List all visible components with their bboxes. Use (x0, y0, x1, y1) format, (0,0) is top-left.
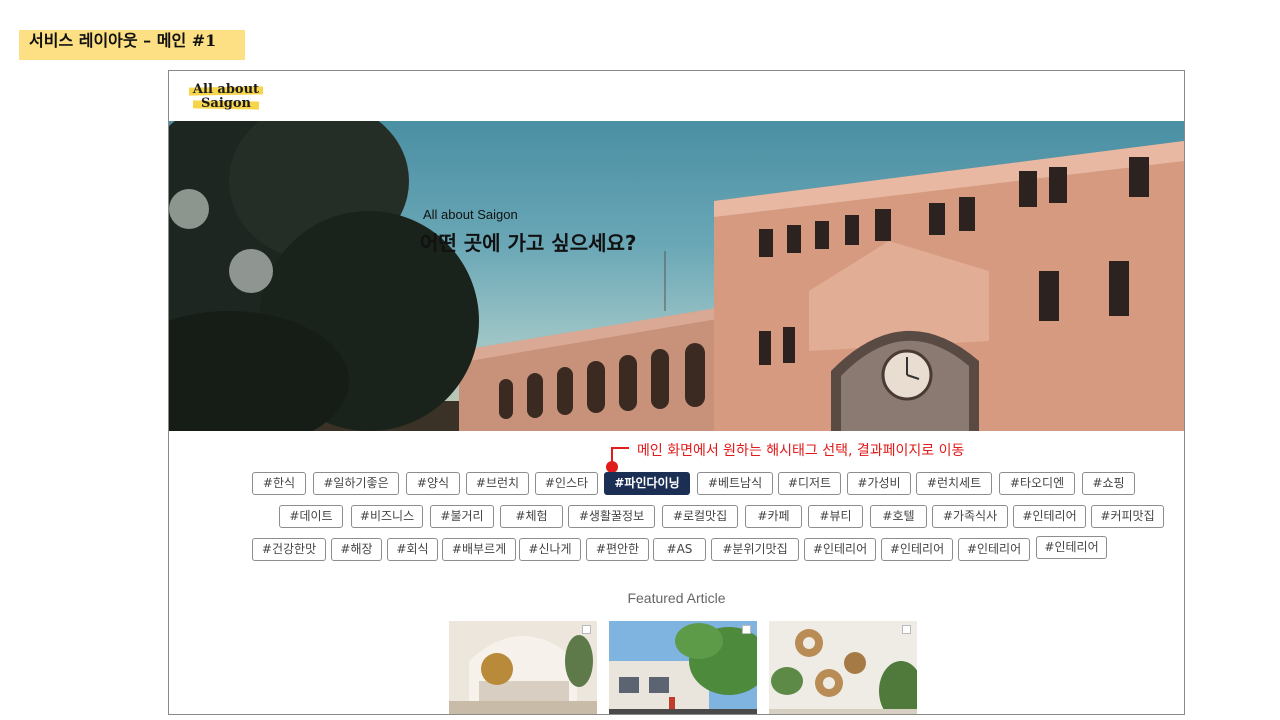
hashtag-button[interactable]: #한식 (252, 472, 306, 495)
featured-article-card[interactable] (769, 621, 917, 714)
hashtag-button[interactable]: #인스타 (535, 472, 598, 495)
hashtag-button[interactable]: #인테리어 (958, 538, 1030, 561)
logo-line-2: Saigon (201, 96, 251, 111)
hashtag-button[interactable]: #일하기좋은 (313, 472, 399, 495)
annotation-line-horizontal (611, 447, 629, 449)
hashtag-button[interactable]: #베트남식 (697, 472, 773, 495)
hashtag-button[interactable]: #불거리 (430, 505, 494, 528)
hashtag-button[interactable]: #호텔 (870, 505, 927, 528)
site-logo[interactable]: All about Saigon (188, 81, 264, 111)
hashtag-button[interactable]: #체험 (500, 505, 563, 528)
annotation-text: 메인 화면에서 원하는 해시태그 선택, 결과페이지로 이동 (637, 443, 965, 459)
page-label: 서비스 레이아웃 – 메인 #1 (19, 30, 245, 60)
hashtag-button[interactable]: #인테리어 (804, 538, 876, 561)
featured-article-card[interactable] (449, 621, 597, 714)
hashtag-button[interactable]: #커피맛집 (1091, 505, 1164, 528)
hashtag-button[interactable]: #분위기맛집 (711, 538, 799, 561)
hashtag-button-selected[interactable]: #파인다이닝 (604, 472, 690, 495)
hashtag-button[interactable]: #런치세트 (916, 472, 992, 495)
hero-banner: All about Saigon 어떤 곳에 가고 싶으세요? (169, 121, 1184, 431)
logo-line-1: All about (192, 82, 260, 97)
hashtag-button[interactable]: #편안한 (586, 538, 649, 561)
hero-title: 어떤 곳에 가고 싶으세요? (420, 231, 637, 255)
article-thumbnail (609, 621, 757, 714)
hashtag-button[interactable]: #가족식사 (932, 505, 1008, 528)
hashtag-button[interactable]: #비즈니스 (351, 505, 423, 528)
bookmark-icon[interactable] (582, 625, 591, 634)
hero-photo (169, 121, 1184, 431)
bookmark-icon[interactable] (742, 625, 751, 634)
wireframe-frame: All about Saigon All about Saigon 어떤 곳에 … (168, 70, 1185, 715)
hashtag-button[interactable]: #회식 (387, 538, 438, 561)
article-thumbnail (449, 621, 597, 714)
hashtag-button[interactable]: #디저트 (778, 472, 841, 495)
hashtag-button[interactable]: #쇼핑 (1082, 472, 1135, 495)
hashtag-button[interactable]: #데이트 (279, 505, 343, 528)
hashtag-button[interactable]: #해장 (331, 538, 382, 561)
hashtag-button[interactable]: #로컬맛집 (662, 505, 738, 528)
hashtag-button[interactable]: #생활꿀정보 (568, 505, 655, 528)
hashtag-button[interactable]: #인테리어 (881, 538, 953, 561)
hashtag-button[interactable]: #양식 (406, 472, 460, 495)
hero-subtitle: All about Saigon (423, 207, 518, 222)
hashtag-button[interactable]: #건강한맛 (252, 538, 326, 561)
hashtag-button[interactable]: #카페 (745, 505, 802, 528)
hashtag-button[interactable]: #인테리어 (1036, 536, 1107, 559)
hashtag-button[interactable]: #AS (653, 538, 706, 561)
hashtag-button[interactable]: #인테리어 (1013, 505, 1086, 528)
page-label-text: 서비스 레이아웃 – 메인 #1 (29, 31, 217, 50)
hashtag-button[interactable]: #타오디엔 (999, 472, 1075, 495)
article-thumbnail (769, 621, 917, 714)
hashtag-button[interactable]: #가성비 (847, 472, 911, 495)
bookmark-icon[interactable] (902, 625, 911, 634)
hashtag-button[interactable]: #신나게 (519, 538, 581, 561)
hashtag-button[interactable]: #뷰티 (808, 505, 863, 528)
featured-article-card[interactable] (609, 621, 757, 714)
hashtag-button[interactable]: #배부르게 (442, 538, 516, 561)
featured-article-title: Featured Article (627, 590, 726, 606)
hashtag-button[interactable]: #브런치 (466, 472, 529, 495)
